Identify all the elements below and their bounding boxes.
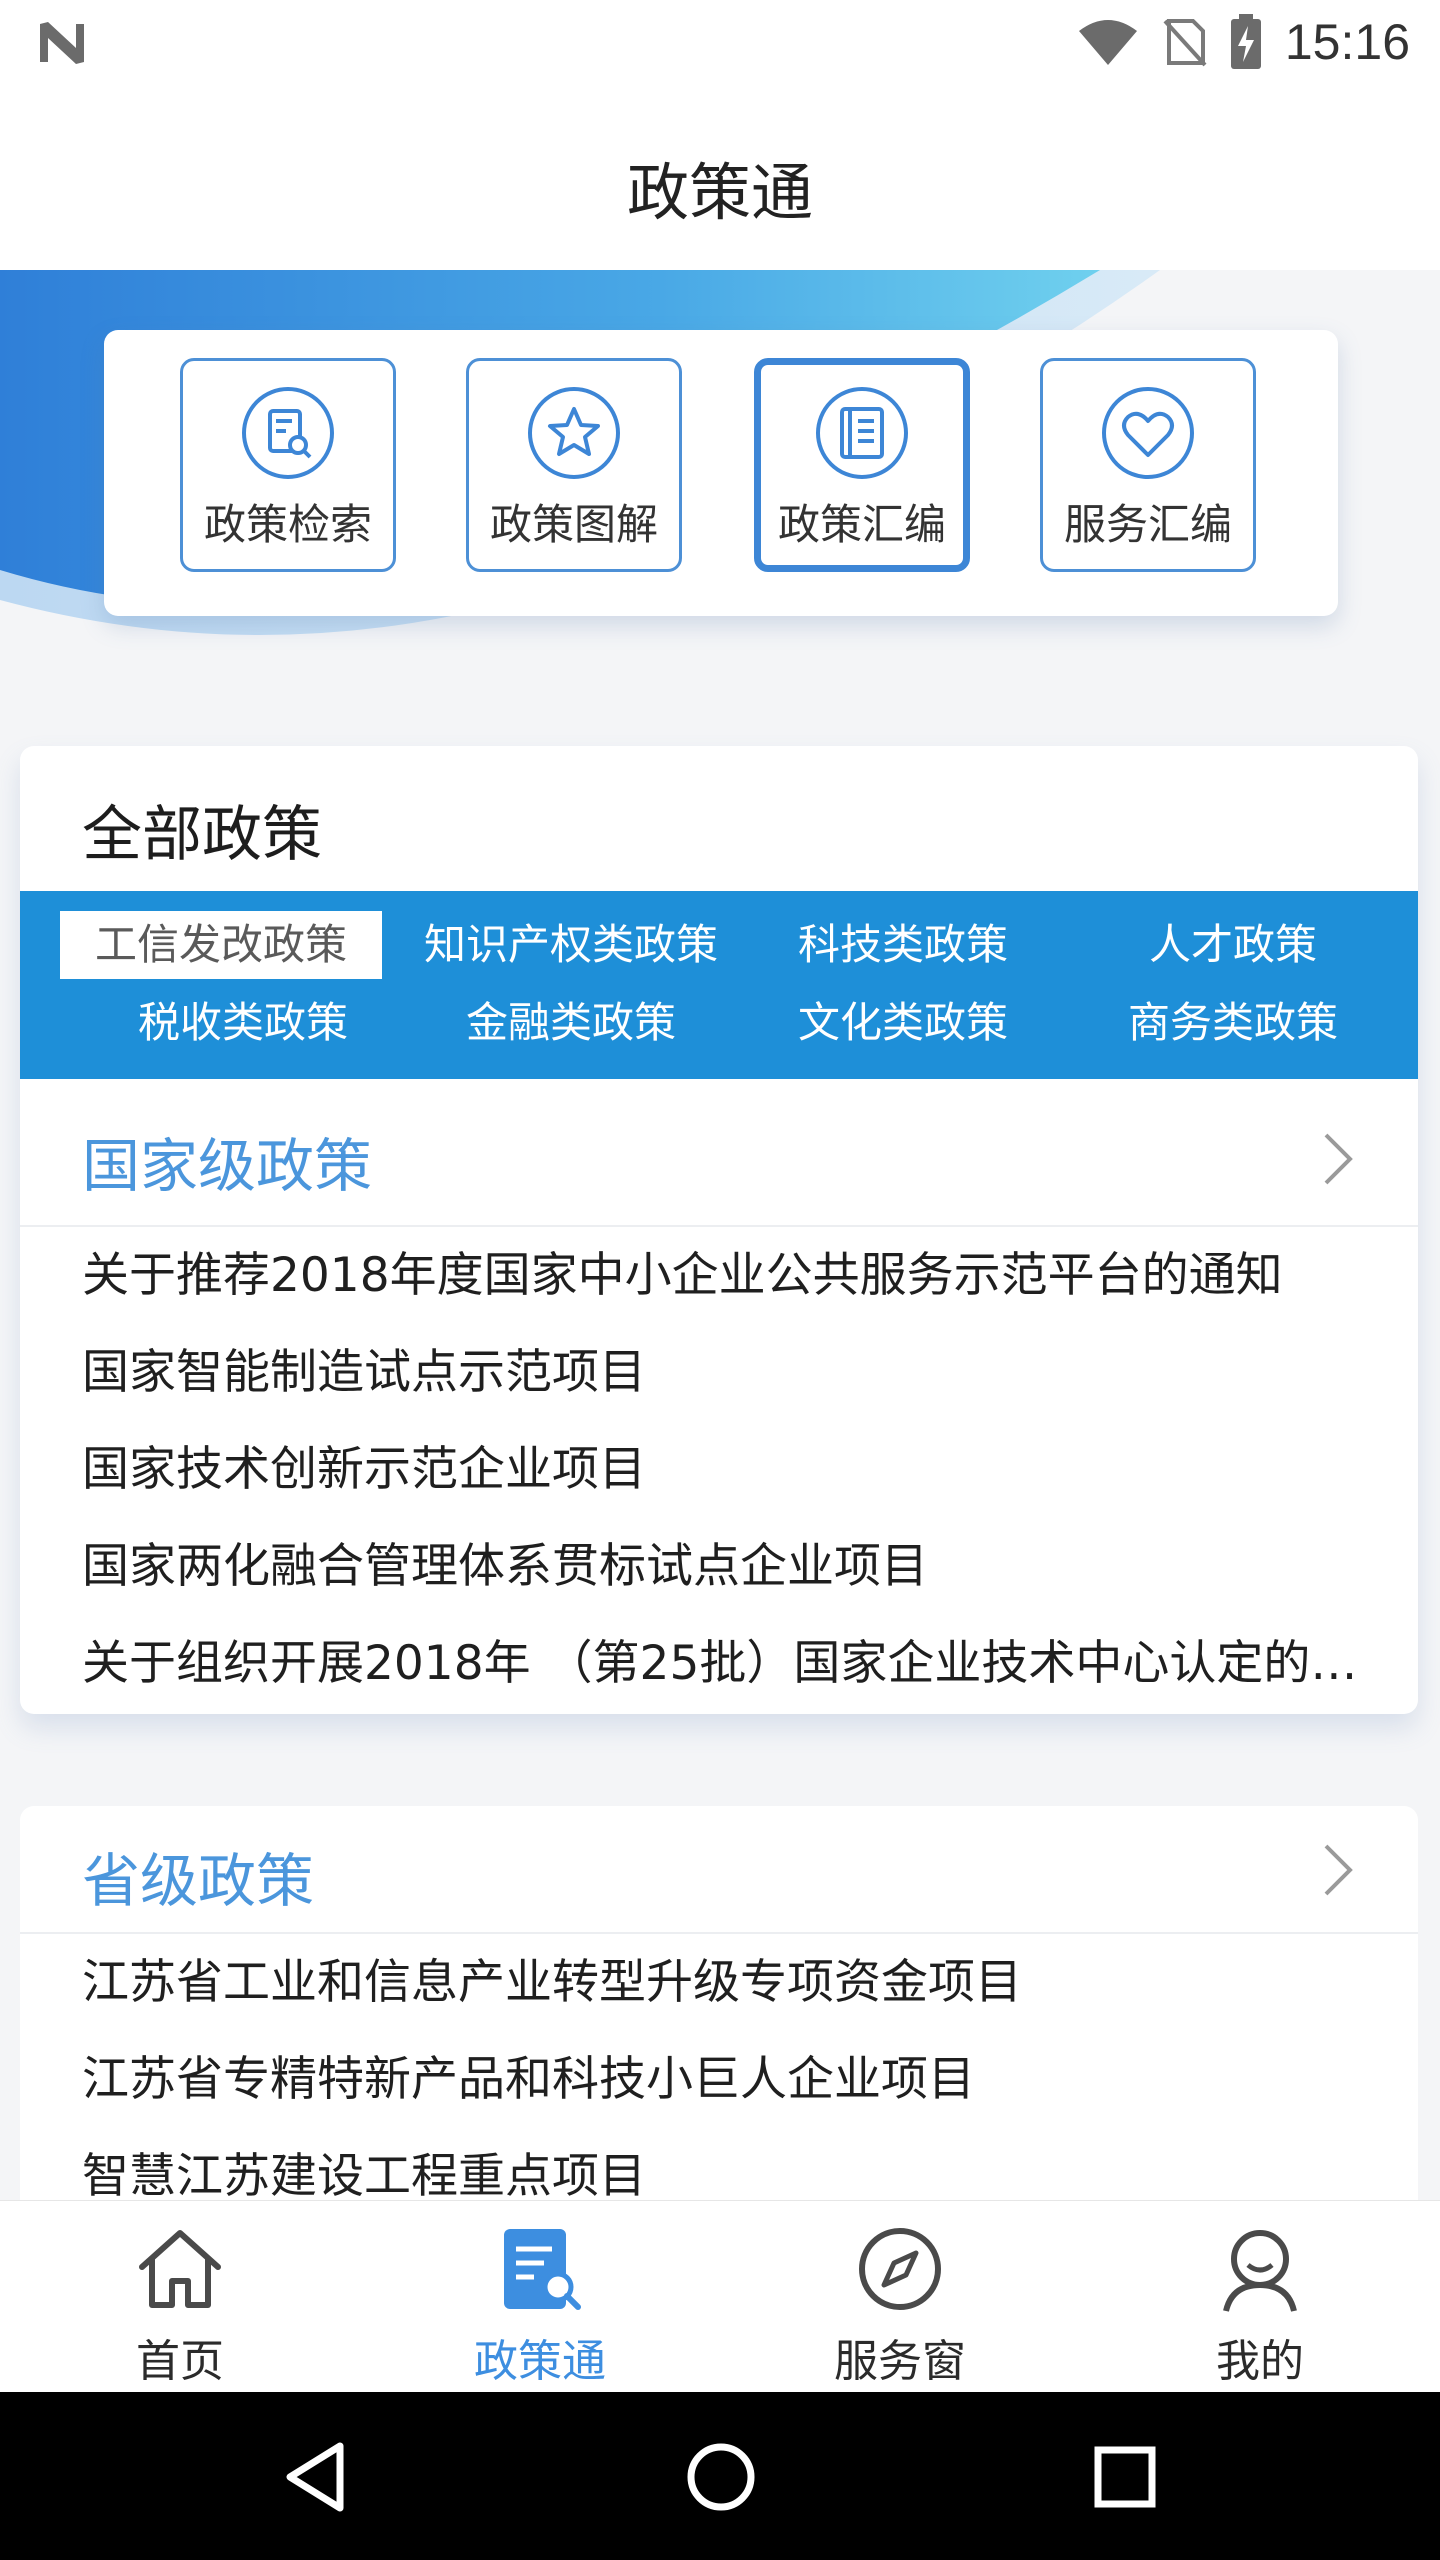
chevron-right-icon bbox=[1324, 1844, 1353, 1896]
nav-policy[interactable]: 政策通 bbox=[360, 2201, 720, 2393]
recents-icon[interactable] bbox=[1080, 2432, 1170, 2522]
category-tax[interactable]: 税收类政策 bbox=[82, 989, 404, 1057]
list-item[interactable]: 关于组织开展2018年 （第25批）国家企业技术中心认定的通知 bbox=[82, 1615, 1372, 1712]
category-talent[interactable]: 人才政策 bbox=[1072, 911, 1394, 979]
list-item[interactable]: 关于推荐2018年度国家中小企业公共服务示范平台的通知 bbox=[82, 1227, 1372, 1324]
list-item[interactable]: 江苏省工业和信息产业转型升级专项资金项目 bbox=[82, 1934, 1372, 2031]
quick-action-label: 政策图解 bbox=[489, 500, 658, 549]
home-circle-icon[interactable] bbox=[676, 2432, 766, 2522]
no-sim-icon bbox=[1163, 19, 1207, 67]
category-finance[interactable]: 金融类政策 bbox=[410, 989, 732, 1057]
bottom-nav: 首页 政策通 服务窗 我的 bbox=[0, 2200, 1440, 2393]
provincial-policy-list: 江苏省工业和信息产业转型升级专项资金项目 江苏省专精特新产品和科技小巨人企业项目… bbox=[82, 1934, 1372, 2225]
all-policies-card: 全部政策 工信发改政策 知识产权类政策 科技类政策 人才政策 税收类政策 金融类… bbox=[20, 746, 1418, 1714]
chevron-right-icon bbox=[1324, 1133, 1353, 1185]
list-item[interactable]: 国家智能制造试点示范项目 bbox=[82, 1324, 1372, 1421]
battery-charging-icon bbox=[1230, 14, 1261, 69]
section-title: 国家级政策 bbox=[82, 1132, 373, 1200]
national-policy-list: 关于推荐2018年度国家中小企业公共服务示范平台的通知 国家智能制造试点示范项目… bbox=[82, 1227, 1372, 1712]
category-bar: 工信发改政策 知识产权类政策 科技类政策 人才政策 税收类政策 金融类政策 文化… bbox=[20, 891, 1418, 1079]
quick-action-policy-compilation[interactable]: 政策汇编 bbox=[754, 358, 970, 572]
nav-service-window[interactable]: 服务窗 bbox=[720, 2201, 1080, 2393]
national-policy-header[interactable]: 国家级政策 bbox=[20, 1079, 1418, 1227]
category-commerce[interactable]: 商务类政策 bbox=[1072, 989, 1394, 1057]
list-item[interactable]: 国家两化融合管理体系贯标试点企业项目 bbox=[82, 1518, 1372, 1615]
quick-action-policy-search[interactable]: 政策检索 bbox=[180, 358, 396, 572]
book-circle-icon bbox=[816, 387, 908, 479]
category-ip[interactable]: 知识产权类政策 bbox=[410, 911, 732, 979]
section-title: 省级政策 bbox=[82, 1847, 315, 1915]
notification-n-icon bbox=[40, 22, 84, 64]
nav-mine[interactable]: 我的 bbox=[1080, 2201, 1440, 2393]
home-icon bbox=[139, 2230, 221, 2308]
quick-action-label: 服务汇编 bbox=[1063, 500, 1232, 549]
provincial-policy-header[interactable]: 省级政策 bbox=[20, 1806, 1418, 1934]
category-culture[interactable]: 文化类政策 bbox=[742, 989, 1064, 1057]
nav-label: 政策通 bbox=[474, 2336, 606, 2387]
app-header: 政策通 bbox=[0, 84, 1440, 270]
wifi-icon bbox=[1078, 20, 1137, 65]
nav-label: 服务窗 bbox=[834, 2336, 966, 2387]
all-policies-title: 全部政策 bbox=[82, 800, 322, 870]
category-tech[interactable]: 科技类政策 bbox=[742, 911, 1064, 979]
list-item[interactable]: 江苏省专精特新产品和科技小巨人企业项目 bbox=[82, 2031, 1372, 2128]
user-icon bbox=[1223, 2230, 1297, 2312]
status-bar: 15:16 bbox=[0, 0, 1440, 84]
document-search-icon bbox=[242, 387, 334, 479]
quick-action-policy-illustration[interactable]: 政策图解 bbox=[466, 358, 682, 572]
system-navigation-bar bbox=[0, 2392, 1440, 2560]
quick-action-service-compilation[interactable]: 服务汇编 bbox=[1040, 358, 1256, 572]
nav-home[interactable]: 首页 bbox=[0, 2201, 360, 2393]
provincial-policies-card: 省级政策 江苏省工业和信息产业转型升级专项资金项目 江苏省专精特新产品和科技小巨… bbox=[20, 1806, 1418, 2226]
page-title: 政策通 bbox=[626, 156, 813, 229]
heart-circle-icon bbox=[1102, 387, 1194, 479]
compass-icon bbox=[859, 2228, 941, 2310]
list-item[interactable]: 国家技术创新示范企业项目 bbox=[82, 1421, 1372, 1518]
nav-label: 我的 bbox=[1216, 2336, 1304, 2387]
star-circle-icon bbox=[528, 387, 620, 479]
category-industry[interactable]: 工信发改政策 bbox=[60, 911, 382, 979]
policy-search-icon bbox=[504, 2229, 581, 2310]
status-icons: 15:16 bbox=[1077, 12, 1410, 72]
quick-actions-card: 政策检索 政策图解 政策汇编 服务汇编 bbox=[104, 330, 1338, 616]
quick-action-label: 政策检索 bbox=[203, 500, 372, 549]
status-time: 15:16 bbox=[1284, 14, 1410, 70]
back-icon[interactable] bbox=[270, 2432, 360, 2522]
quick-action-label: 政策汇编 bbox=[777, 500, 946, 549]
nav-label: 首页 bbox=[136, 2336, 224, 2387]
